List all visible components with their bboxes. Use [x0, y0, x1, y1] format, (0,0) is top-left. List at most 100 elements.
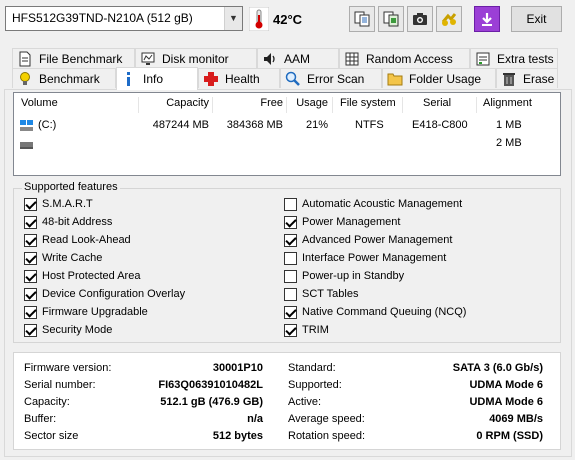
column-divider: [212, 97, 213, 113]
drive-select-value: HFS512G39TND-N210A (512 gB): [12, 11, 193, 25]
info-value: 0 RPM (SSD): [476, 430, 543, 442]
feature-trim[interactable]: TRIM: [284, 322, 329, 338]
volume-table[interactable]: Volume Capacity Free Usage File system S…: [13, 92, 561, 176]
checklist-icon: [476, 52, 490, 65]
tab-strip: File Benchmark Disk monitor AAM Random A…: [12, 48, 558, 90]
info-label: Serial number:: [24, 379, 96, 391]
copy-to-clipboard-button[interactable]: [378, 6, 404, 32]
feature-label: Power-up in Standby: [302, 270, 405, 282]
column-header-free[interactable]: Free: [260, 97, 283, 109]
tab-error-scan[interactable]: Error Scan: [280, 68, 382, 88]
info-value: UDMA Mode 6: [469, 379, 543, 391]
checkbox[interactable]: [284, 215, 297, 229]
feature-label: Read Look-Ahead: [42, 234, 131, 246]
feature-label: Interface Power Management: [302, 252, 447, 264]
feature-read-look-ahead[interactable]: Read Look-Ahead: [24, 232, 131, 248]
column-header-serial[interactable]: Serial: [423, 97, 451, 109]
tab-label: Extra tests: [497, 51, 554, 66]
checkbox[interactable]: [24, 197, 37, 211]
checkbox[interactable]: [284, 287, 297, 301]
checkbox[interactable]: [24, 305, 37, 319]
column-header-capacity[interactable]: Capacity: [166, 97, 209, 109]
feature-automatic-acoustic-management[interactable]: Automatic Acoustic Management: [284, 196, 462, 212]
tab-aam[interactable]: AAM: [257, 48, 339, 68]
drive-info-group: Firmware version: 30001P10 Serial number:…: [13, 352, 561, 450]
feature-security-mode[interactable]: Security Mode: [24, 322, 112, 338]
checkbox[interactable]: [24, 215, 37, 229]
trash-icon: [503, 72, 515, 86]
column-header-usage[interactable]: Usage: [296, 97, 328, 109]
table-header: Volume Capacity Free Usage File system S…: [14, 97, 562, 115]
tab-benchmark[interactable]: Benchmark: [12, 68, 116, 88]
feature-label: Device Configuration Overlay: [42, 288, 186, 300]
checkbox[interactable]: [284, 233, 297, 247]
tab-extra-tests[interactable]: Extra tests: [470, 48, 558, 68]
checkbox[interactable]: [24, 269, 37, 283]
column-divider: [476, 97, 477, 113]
feature-label: Host Protected Area: [42, 270, 141, 282]
checkbox[interactable]: [284, 197, 297, 211]
info-capacity: Capacity: 512.1 gB (476.9 GB): [24, 396, 263, 412]
checkbox[interactable]: [24, 287, 37, 301]
checkbox[interactable]: [284, 323, 297, 337]
supported-features-group: Supported features S.M.A.R.T 48-bit Addr…: [13, 181, 561, 343]
info-label: Buffer:: [24, 413, 57, 425]
tab-disk-monitor[interactable]: Disk monitor: [135, 48, 257, 68]
checkbox[interactable]: [284, 251, 297, 265]
folder-icon: [387, 73, 403, 85]
feature-advanced-power-management[interactable]: Advanced Power Management: [284, 232, 452, 248]
grid-icon: [345, 52, 359, 65]
info-buffer: Buffer: n/a: [24, 413, 263, 429]
feature-48bit-address[interactable]: 48-bit Address: [24, 214, 112, 230]
volume-serial: E418-C800: [412, 119, 468, 131]
health-cross-icon: [204, 71, 218, 86]
compare-button[interactable]: [436, 6, 462, 32]
tab-erase[interactable]: Erase: [496, 68, 558, 88]
tab-label: Error Scan: [307, 71, 365, 86]
feature-device-configuration-overlay[interactable]: Device Configuration Overlay: [24, 286, 185, 302]
save-button[interactable]: [474, 6, 500, 32]
tab-label: Benchmark: [39, 71, 100, 86]
info-label: Supported:: [288, 379, 342, 391]
column-header-volume[interactable]: Volume: [21, 97, 58, 109]
drive-select[interactable]: HFS512G39TND-N210A (512 gB) ▼: [5, 6, 243, 31]
table-row[interactable]: 2 MB: [14, 137, 562, 155]
feature-label: Advanced Power Management: [302, 234, 453, 246]
exit-button[interactable]: Exit: [511, 6, 562, 32]
feature-label: Write Cache: [42, 252, 103, 264]
checkbox[interactable]: [24, 251, 37, 265]
column-divider: [402, 97, 403, 113]
feature-smart[interactable]: S.M.A.R.T: [24, 196, 93, 212]
volume-capacity: 487244 MB: [152, 119, 209, 131]
feature-host-protected-area[interactable]: Host Protected Area: [24, 268, 140, 284]
column-header-file-system[interactable]: File system: [340, 97, 396, 109]
feature-power-management[interactable]: Power Management: [284, 214, 400, 230]
info-rotation-speed: Rotation speed: 0 RPM (SSD): [288, 430, 543, 446]
screenshot-button[interactable]: [407, 6, 433, 32]
tab-health[interactable]: Health: [198, 68, 280, 88]
table-row[interactable]: (C:) 487244 MB 384368 MB 21% NTFS E418-C…: [14, 119, 562, 137]
checkbox[interactable]: [24, 323, 37, 337]
info-standard: Standard: SATA 3 (6.0 Gb/s): [288, 362, 543, 378]
feature-interface-power-management[interactable]: Interface Power Management: [284, 250, 446, 266]
tab-file-benchmark[interactable]: File Benchmark: [12, 48, 135, 68]
checkbox[interactable]: [284, 305, 297, 319]
tab-folder-usage[interactable]: Folder Usage: [382, 68, 496, 88]
tab-random-access[interactable]: Random Access: [339, 48, 470, 68]
tab-label: Info: [143, 72, 164, 86]
thermometer-icon: [249, 7, 269, 31]
checkbox[interactable]: [284, 269, 297, 283]
tab-label: Disk monitor: [162, 51, 229, 66]
feature-write-cache[interactable]: Write Cache: [24, 250, 102, 266]
feature-power-up-in-standby[interactable]: Power-up in Standby: [284, 268, 404, 284]
tab-info[interactable]: Info: [116, 67, 198, 90]
file-icon: [19, 51, 31, 66]
column-header-alignment[interactable]: Alignment: [483, 97, 532, 109]
copy-button[interactable]: [349, 6, 375, 32]
feature-sct-tables[interactable]: SCT Tables: [284, 286, 358, 302]
info-value: n/a: [247, 413, 263, 425]
checkbox[interactable]: [24, 233, 37, 247]
feature-firmware-upgradable[interactable]: Firmware Upgradable: [24, 304, 148, 320]
column-divider: [286, 97, 287, 113]
feature-native-command-queuing[interactable]: Native Command Queuing (NCQ): [284, 304, 466, 320]
